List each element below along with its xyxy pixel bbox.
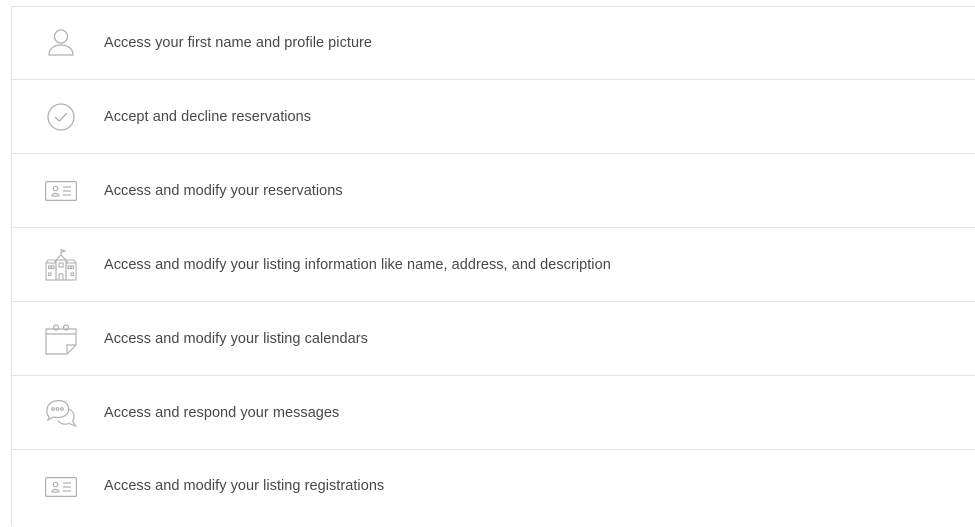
listing-building-icon (44, 248, 78, 282)
check-circle-icon (44, 100, 78, 134)
chat-bubble-icon (44, 396, 78, 430)
permission-label: Accept and decline reservations (104, 108, 312, 125)
user-icon (44, 26, 78, 60)
list-item: Accept and decline reservations (12, 80, 975, 154)
calendar-icon (44, 322, 78, 356)
list-item: Access and modify your listing calendars (12, 302, 975, 376)
permission-label: Access your first name and profile pictu… (104, 35, 373, 51)
list-item: Access and modify your listing registrat… (12, 450, 975, 527)
list-item: Access and modify your listing informati… (12, 228, 975, 302)
id-card-icon (44, 470, 78, 504)
permission-label: Access and modify your reservations (104, 182, 343, 199)
permission-label: Access and modify your listing calendars (104, 330, 368, 347)
list-item: Access and modify your reservations (12, 154, 975, 228)
list-item: Access and respond your messages (12, 376, 975, 450)
permissions-list: Access your first name and profile pictu… (11, 6, 975, 526)
permission-label: Access and modify your listing registrat… (104, 478, 385, 494)
id-card-icon (44, 174, 78, 208)
list-item: Access your first name and profile pictu… (12, 7, 975, 80)
permission-label: Access and modify your listing informati… (104, 256, 611, 273)
permission-label: Access and respond your messages (104, 404, 340, 421)
